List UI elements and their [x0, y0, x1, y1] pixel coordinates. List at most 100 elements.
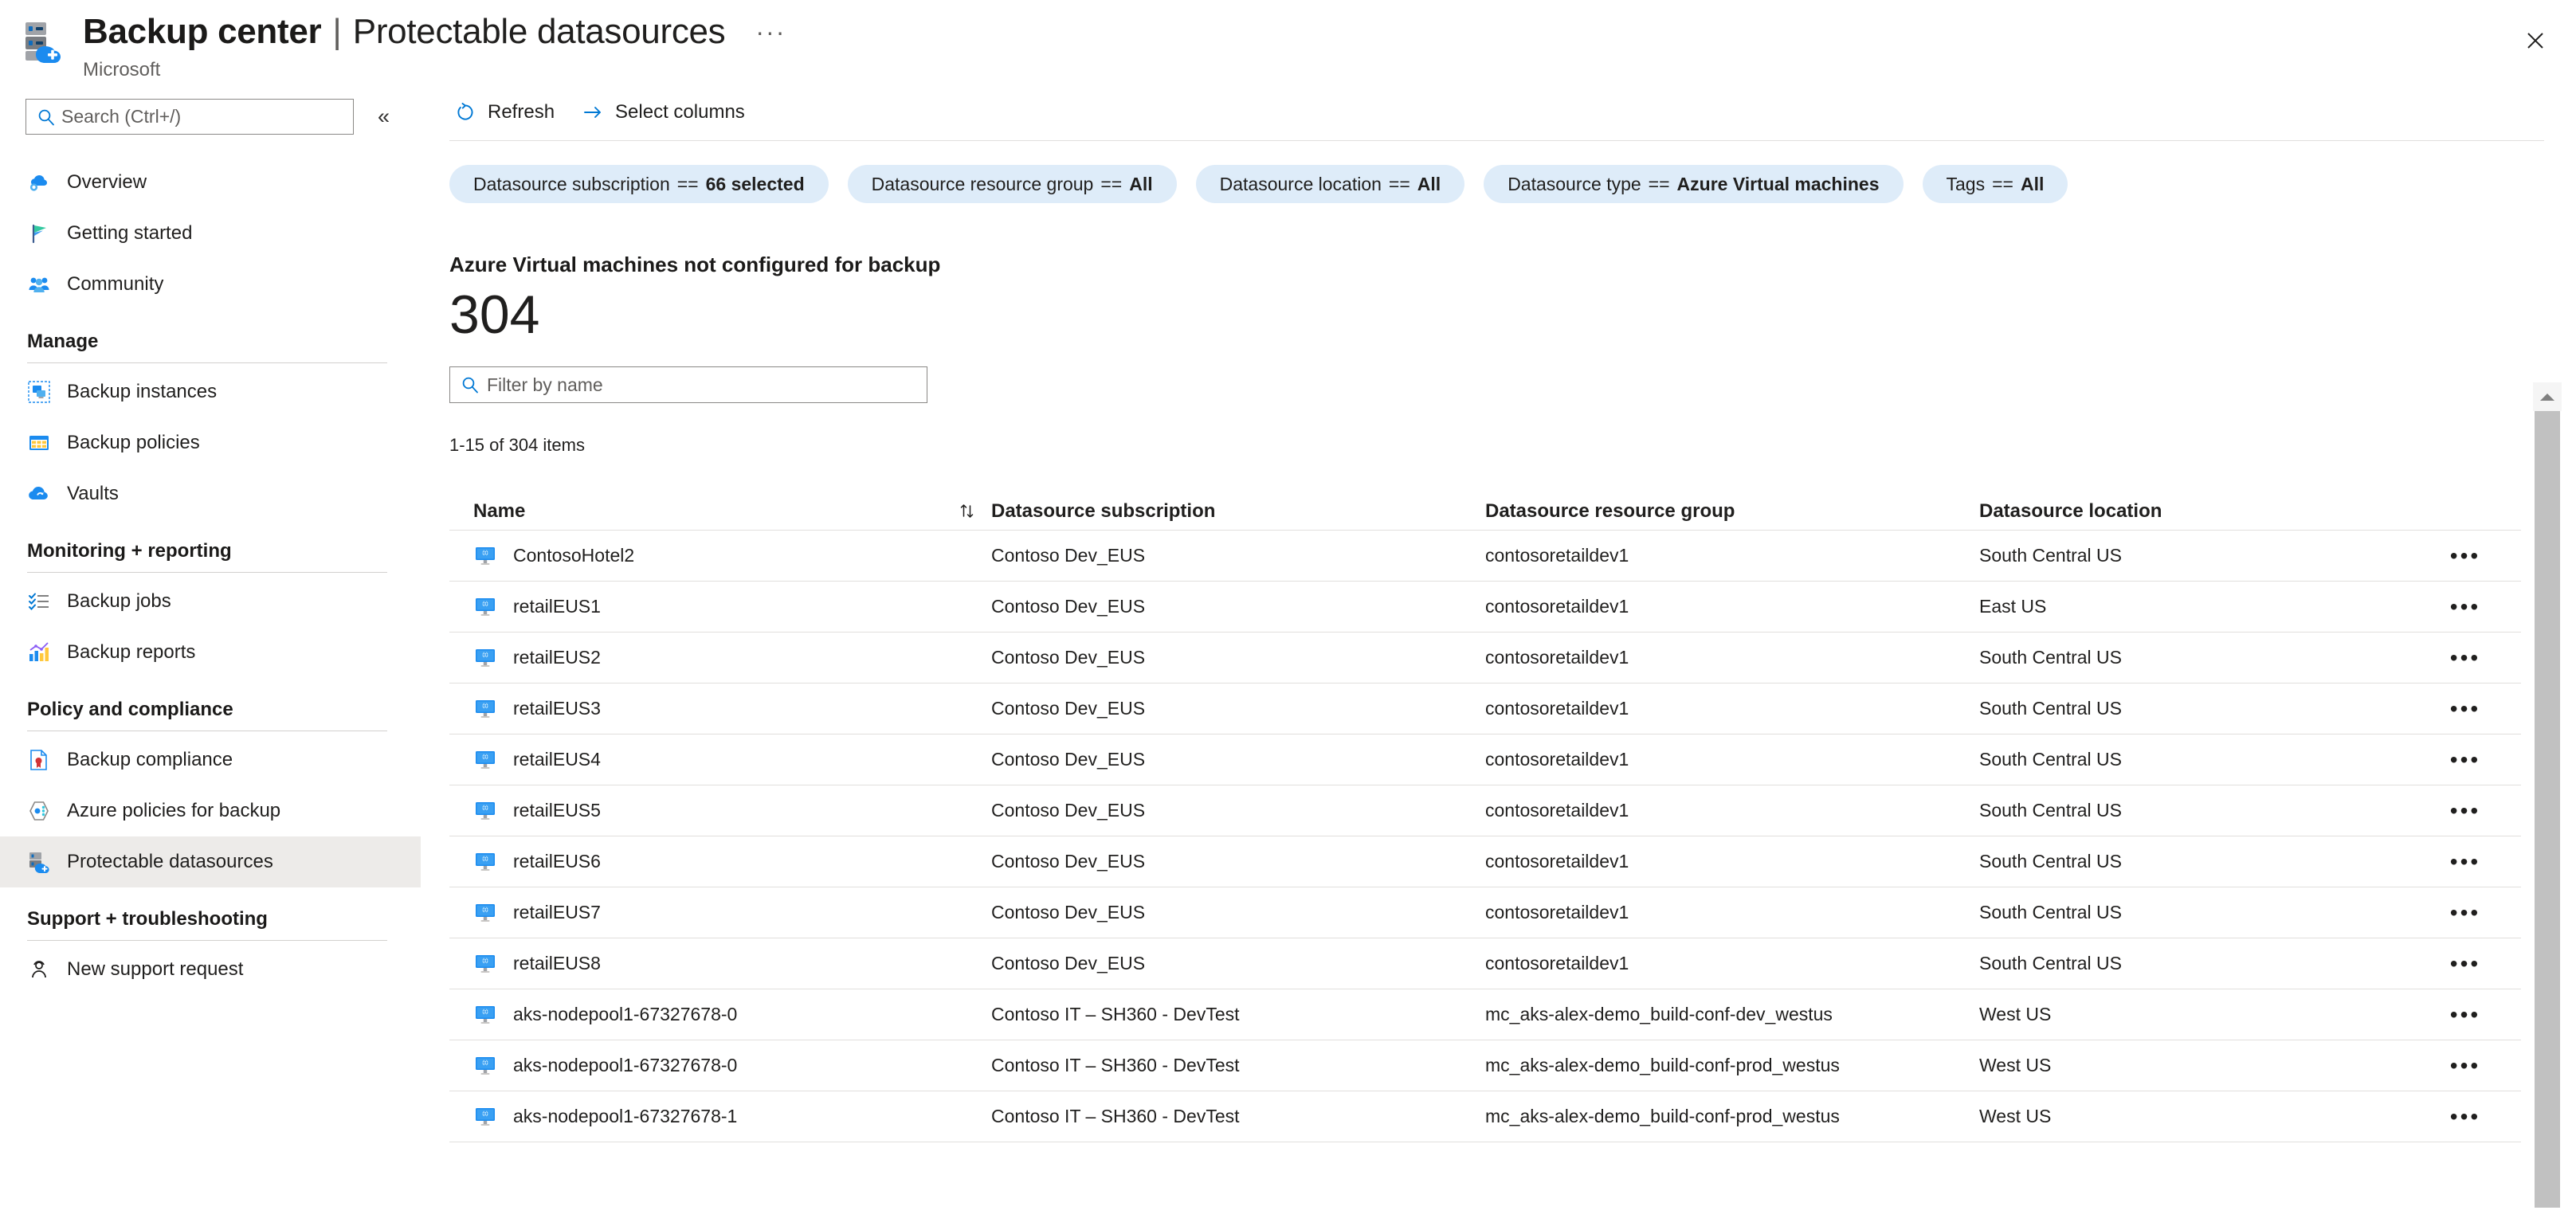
ellipsis-icon[interactable]: •••	[2450, 544, 2480, 567]
filter-pill-datasource-type[interactable]: Datasource type == Azure Virtual machine…	[1484, 165, 1904, 203]
sidebar-item-label: Backup compliance	[67, 749, 233, 770]
filter-value: 66 selected	[705, 173, 805, 194]
sidebar-item-community[interactable]: Community	[0, 259, 421, 310]
cell-datasource-location: South Central US	[1979, 851, 2122, 872]
ellipsis-icon[interactable]: •••	[2450, 748, 2480, 771]
table-row[interactable]: retailEUS3 Contoso Dev_EUS contosoretailde…	[449, 684, 2521, 735]
sidebar-item-overview[interactable]: Overview	[0, 157, 421, 208]
refresh-button[interactable]: Refresh	[449, 96, 566, 128]
row-name-link[interactable]: retailEUS7	[513, 902, 601, 923]
sidebar-item-azure-policies-for-backup[interactable]: Azure policies for backup	[0, 785, 421, 836]
table-row[interactable]: retailEUS5 Contoso Dev_EUS contosoretailde…	[449, 785, 2521, 837]
cell-datasource-subscription: Contoso Dev_EUS	[991, 596, 1146, 617]
filter-by-name-wrapper[interactable]	[449, 366, 927, 404]
column-header-datasource-subscription[interactable]: Datasource subscription	[991, 500, 1485, 523]
title-separator: |	[332, 12, 342, 51]
collapse-sidebar-icon[interactable]: «	[370, 103, 398, 131]
ellipsis-icon[interactable]: •••	[2450, 901, 2480, 924]
sidebar-item-getting-started[interactable]: Getting started	[0, 208, 421, 259]
ellipsis-icon[interactable]: •••	[2450, 799, 2480, 822]
row-name-link[interactable]: aks-nodepool1-67327678-0	[513, 1004, 737, 1025]
search-input-wrapper[interactable]	[25, 99, 354, 135]
table-row[interactable]: aks-nodepool1-67327678-0 Contoso IT – SH3…	[449, 1040, 2521, 1092]
column-header-datasource-location[interactable]: Datasource location	[1979, 500, 2425, 523]
ellipsis-icon[interactable]: •••	[2450, 1105, 2480, 1128]
row-actions[interactable]: •••	[2425, 748, 2505, 771]
table-row[interactable]: retailEUS4 Contoso Dev_EUS contosoretailde…	[449, 734, 2521, 786]
sidebar-item-backup-reports[interactable]: Backup reports	[0, 627, 421, 678]
filter-name: Datasource subscription	[473, 173, 670, 194]
ellipsis-icon[interactable]: •••	[2450, 850, 2480, 873]
cell-datasource-resource-group: mc_aks-alex-demo_build-conf-prod_westus	[1485, 1055, 1840, 1076]
sidebar-item-backup-compliance[interactable]: Backup compliance	[0, 734, 421, 785]
sidebar-item-new-support-request[interactable]: New support request	[0, 944, 421, 995]
filter-pill-datasource-resource-group[interactable]: Datasource resource group == All	[847, 165, 1177, 203]
search-input[interactable]	[61, 106, 353, 127]
row-actions[interactable]: •••	[2425, 952, 2505, 975]
table-row[interactable]: retailEUS7 Contoso Dev_EUS contosoretailde…	[449, 887, 2521, 939]
scroll-up-arrow-icon[interactable]	[2533, 382, 2562, 411]
row-actions[interactable]: •••	[2425, 1003, 2505, 1026]
table-row[interactable]: aks-nodepool1-67327678-0 Contoso IT – SH3…	[449, 989, 2521, 1041]
row-actions[interactable]: •••	[2425, 595, 2505, 618]
table-row[interactable]: retailEUS2 Contoso Dev_EUS contosoretailde…	[449, 633, 2521, 684]
row-name-link[interactable]: retailEUS2	[513, 647, 601, 668]
row-name-link[interactable]: retailEUS8	[513, 953, 601, 974]
row-name-link[interactable]: ContosoHotel2	[513, 545, 634, 566]
sidebar-item-vaults[interactable]: Vaults	[0, 468, 421, 519]
backup-policies-icon	[27, 431, 51, 455]
sidebar-item-label: Protectable datasources	[67, 851, 273, 872]
filter-pill-datasource-subscription[interactable]: Datasource subscription == 66 selected	[449, 165, 829, 203]
ellipsis-icon[interactable]: •••	[2450, 952, 2480, 975]
filter-pill-datasource-location[interactable]: Datasource location == All	[1195, 165, 1465, 203]
filter-pill-tags[interactable]: Tags == All	[1922, 165, 2068, 203]
row-actions[interactable]: •••	[2425, 646, 2505, 669]
table-header-row: Name Datasource subscription Datasource …	[449, 492, 2521, 531]
title-row: Backup center | Protectable datasources …	[83, 14, 790, 49]
table-row[interactable]: retailEUS8 Contoso Dev_EUS contosoretailde…	[449, 938, 2521, 990]
sidebar-item-backup-instances[interactable]: Backup instances	[0, 366, 421, 417]
sidebar-item-backup-policies[interactable]: Backup policies	[0, 417, 421, 468]
cell-datasource-resource-group: contosoretaildev1	[1485, 851, 1629, 872]
table-row[interactable]: aks-nodepool1-67327678-1 Contoso IT – SH3…	[449, 1091, 2521, 1143]
ellipsis-icon[interactable]: •••	[2450, 1003, 2480, 1026]
row-actions[interactable]: •••	[2425, 697, 2505, 720]
ellipsis-icon[interactable]: •••	[2450, 595, 2480, 618]
cell-datasource-subscription: Contoso IT – SH360 - DevTest	[991, 1004, 1240, 1025]
sidebar-item-protectable-datasources[interactable]: Protectable datasources	[0, 836, 421, 887]
row-name-link[interactable]: aks-nodepool1-67327678-0	[513, 1055, 737, 1076]
row-name-link[interactable]: aks-nodepool1-67327678-1	[513, 1106, 737, 1127]
ellipsis-icon[interactable]: •••	[2450, 697, 2480, 720]
vertical-scrollbar[interactable]	[2533, 382, 2562, 1226]
filter-by-name-input[interactable]	[487, 374, 927, 396]
row-actions[interactable]: •••	[2425, 901, 2505, 924]
row-actions[interactable]: •••	[2425, 1105, 2505, 1128]
row-name-link[interactable]: retailEUS3	[513, 698, 601, 719]
column-header-name[interactable]: Name	[449, 500, 943, 523]
row-actions[interactable]: •••	[2425, 1054, 2505, 1077]
row-actions[interactable]: •••	[2425, 799, 2505, 822]
row-name-link[interactable]: retailEUS4	[513, 749, 601, 770]
publisher-label: Microsoft	[83, 59, 161, 80]
ellipsis-icon[interactable]: •••	[2450, 646, 2480, 669]
ellipsis-icon[interactable]: •••	[2450, 1054, 2480, 1077]
scrollbar-thumb[interactable]	[2535, 411, 2560, 1208]
row-name-link[interactable]: retailEUS1	[513, 596, 601, 617]
table-row[interactable]: ContosoHotel2 Contoso Dev_EUS contosoretai…	[449, 531, 2521, 582]
close-icon[interactable]	[2512, 18, 2558, 64]
cell-datasource-subscription: Contoso Dev_EUS	[991, 545, 1146, 566]
row-actions[interactable]: •••	[2425, 850, 2505, 873]
cell-name: aks-nodepool1-67327678-0	[449, 1003, 943, 1027]
table-row[interactable]: retailEUS6 Contoso Dev_EUS contosoretailde…	[449, 836, 2521, 888]
filter-operator: ==	[1388, 173, 1410, 194]
row-actions[interactable]: •••	[2425, 544, 2505, 567]
sort-updown-icon[interactable]	[943, 501, 991, 522]
row-name-link[interactable]: retailEUS5	[513, 800, 601, 821]
select-columns-button[interactable]: Select columns	[577, 96, 756, 128]
column-header-datasource-resource-group[interactable]: Datasource resource group	[1485, 500, 1979, 523]
row-name-link[interactable]: retailEUS6	[513, 851, 601, 872]
header-more-menu-icon[interactable]: ···	[751, 19, 790, 45]
sidebar-item-backup-jobs[interactable]: Backup jobs	[0, 576, 421, 627]
table-row[interactable]: retailEUS1 Contoso Dev_EUS contosoretailde…	[449, 582, 2521, 633]
cell-datasource-location: West US	[1979, 1106, 2052, 1127]
